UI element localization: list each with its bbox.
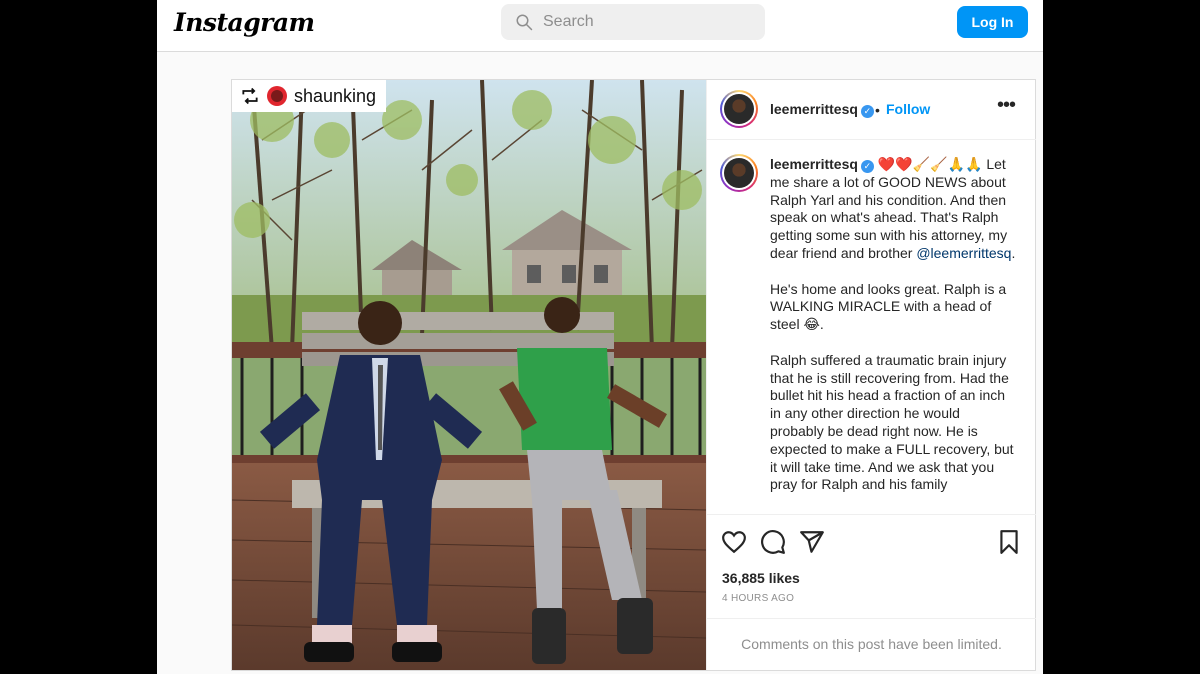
bookmark-icon[interactable] bbox=[996, 529, 1022, 555]
caption-paragraph-3: Ralph suffered a traumatic brain injury … bbox=[770, 351, 1014, 493]
repost-tag[interactable]: shaunking bbox=[232, 80, 387, 112]
comments-limited-notice: Comments on this post have been limited. bbox=[707, 618, 1036, 670]
post-header: leemerrittesq ✓ • Follow ••• bbox=[707, 80, 1036, 140]
post-photo[interactable]: shaunking bbox=[232, 80, 706, 670]
verified-icon: ✓ bbox=[860, 105, 874, 118]
top-navigation-bar: Instagram Log In bbox=[157, 0, 1043, 52]
caption-emojis: ❤️❤️🧹🧹🙏🙏 bbox=[877, 156, 983, 172]
verified-icon: ✓ bbox=[860, 160, 874, 173]
caption-text: leemerrittesq ✓ ❤️❤️🧹🧹🙏🙏 Let me share a l… bbox=[770, 156, 1016, 493]
comment-icon[interactable] bbox=[760, 529, 786, 555]
post-timestamp[interactable]: 4 HOURS AGO bbox=[722, 593, 794, 604]
login-button[interactable]: Log In bbox=[957, 6, 1028, 38]
search-input[interactable] bbox=[543, 4, 753, 40]
repost-username: shaunking bbox=[294, 85, 377, 106]
search-box[interactable] bbox=[501, 4, 765, 40]
heart-icon[interactable] bbox=[721, 529, 747, 555]
post-actions: 36,885 likes 4 HOURS AGO bbox=[707, 514, 1036, 618]
caption-author-username[interactable]: leemerrittesq bbox=[770, 156, 858, 172]
author-avatar[interactable] bbox=[720, 90, 758, 128]
more-icon[interactable]: ••• bbox=[997, 94, 1016, 117]
caption-area: leemerrittesq ✓ ❤️❤️🧹🧹🙏🙏 Let me share a l… bbox=[707, 142, 1036, 514]
follow-button[interactable]: Follow bbox=[886, 101, 930, 117]
post-sidebar: leemerrittesq ✓ • Follow ••• leemerrittes… bbox=[706, 80, 1036, 670]
separator-dot: • bbox=[875, 102, 880, 118]
likes-count[interactable]: 36,885 likes bbox=[722, 570, 800, 586]
share-icon[interactable] bbox=[799, 529, 825, 555]
caption-mention[interactable]: @leemerrittesq bbox=[916, 245, 1011, 261]
search-icon bbox=[516, 14, 533, 31]
instagram-page: Instagram Log In bbox=[157, 0, 1043, 674]
post-card: shaunking leemerrittesq ✓ • Follow ••• l… bbox=[231, 79, 1036, 671]
repost-icon bbox=[242, 87, 258, 105]
caption-author-avatar[interactable] bbox=[720, 154, 758, 192]
author-username[interactable]: leemerrittesq ✓ bbox=[770, 101, 874, 118]
instagram-logo[interactable]: Instagram bbox=[174, 8, 315, 37]
post-photo-image bbox=[232, 80, 706, 670]
caption-paragraph-2: He's home and looks great. Ralph is a WA… bbox=[770, 280, 1007, 333]
repost-avatar-icon bbox=[267, 86, 287, 106]
